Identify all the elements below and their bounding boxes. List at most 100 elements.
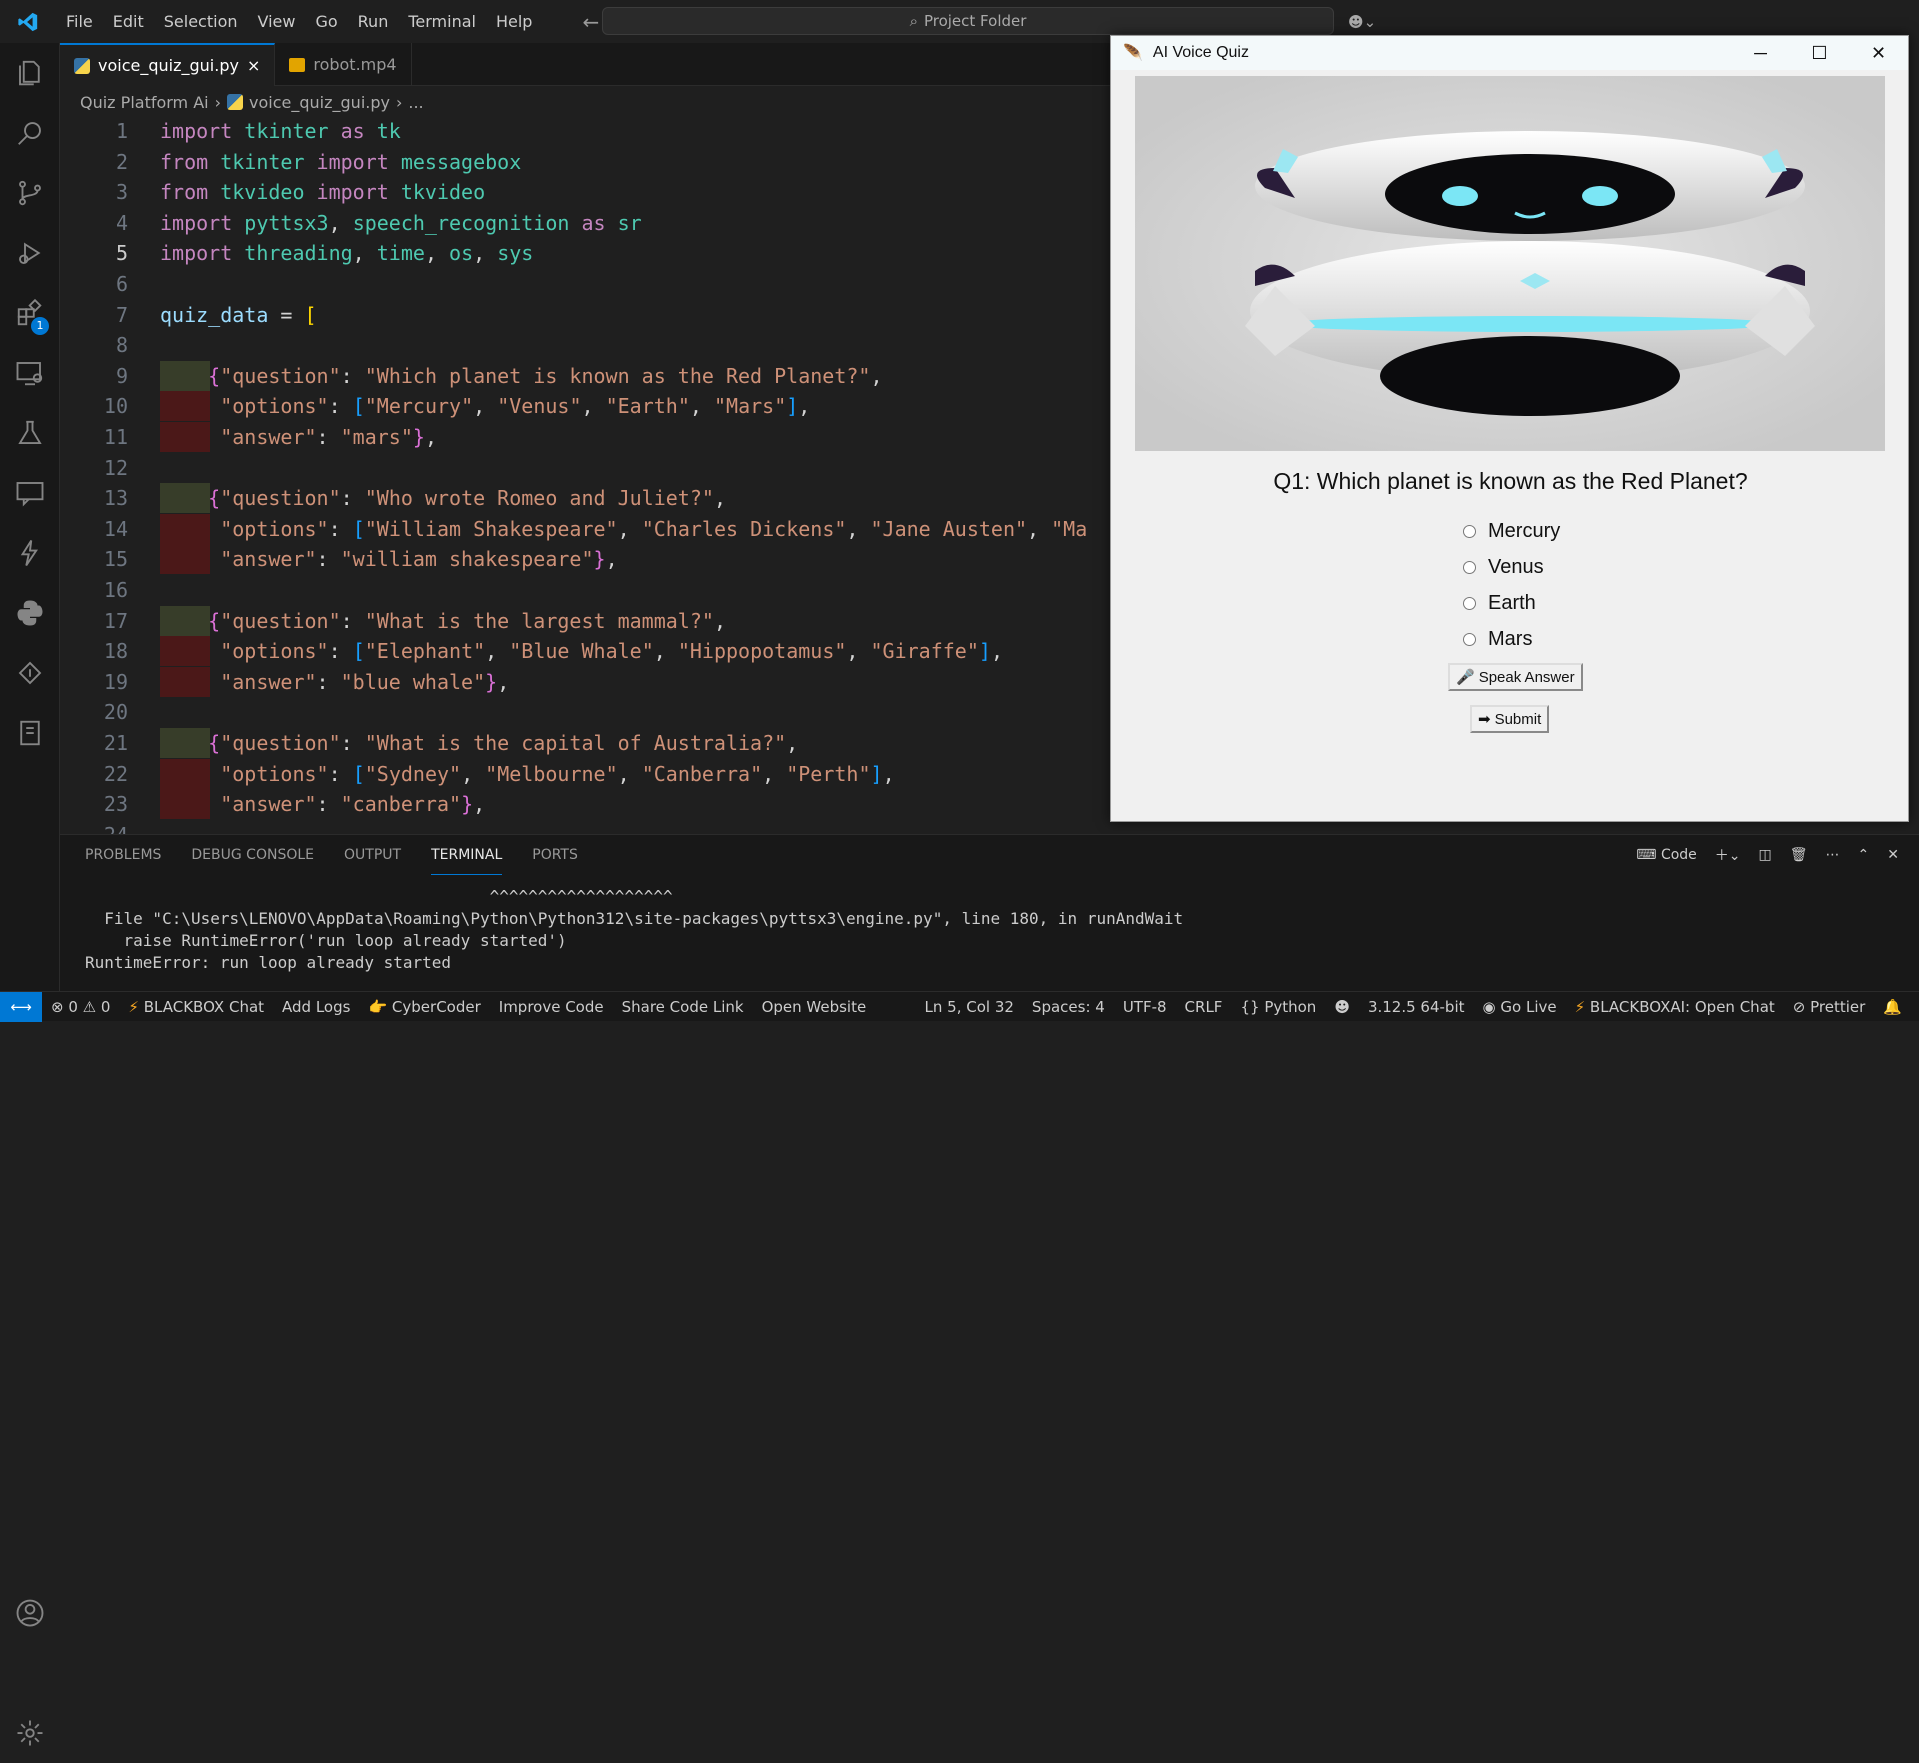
menu-edit[interactable]: Edit [103,0,154,43]
share-code-link-status[interactable]: Share Code Link [613,998,753,1016]
blackbox-icon[interactable] [0,523,60,583]
deploy-icon[interactable] [0,643,60,703]
command-center-search[interactable]: ⌕ Project Folder [602,7,1334,35]
terminal-profile-button[interactable]: ⌨ Code [1636,847,1697,863]
close-icon[interactable]: × [247,56,260,75]
chat-icon[interactable] [0,463,60,523]
breadcrumb-folder[interactable]: Quiz Platform Ai [80,93,209,112]
search-icon[interactable] [0,103,60,163]
tab-ports[interactable]: PORTS [532,835,578,875]
open-website-status[interactable]: Open Website [753,998,876,1016]
explorer-icon[interactable] [0,43,60,103]
code-line[interactable]: 10 "options": ["Mercury", "Venus", "Eart… [60,391,1110,422]
code-text: {"question": "What is the capital of Aus… [208,731,799,755]
tab-output[interactable]: OUTPUT [344,835,401,875]
code-line[interactable]: 21 {"question": "What is the capital of … [60,728,1110,758]
prettier-status[interactable]: ⊘ Prettier [1784,998,1875,1016]
code-line[interactable]: 18 "options": ["Elephant", "Blue Whale",… [60,636,1110,667]
close-icon[interactable]: ✕ [1849,36,1908,70]
code-line[interactable]: 19 "answer": "blue whale"}, [60,666,1110,697]
code-line[interactable]: 6 [60,269,1110,299]
tab-problems[interactable]: PROBLEMS [85,835,161,875]
close-panel-icon[interactable]: ✕ [1887,847,1899,863]
testing-icon[interactable] [0,403,60,463]
notifications-bell-icon[interactable]: 🔔 [1874,998,1911,1016]
submit-button[interactable]: ➡ Submit [1470,705,1550,733]
python-icon[interactable] [0,583,60,643]
code-line[interactable]: 1 import tkinter as tk [60,116,1110,146]
option-radio-mars[interactable]: Mars [1463,628,1532,651]
code-line[interactable]: 11 "answer": "mars"}, [60,422,1110,452]
tab-debug-console[interactable]: DEBUG CONSOLE [191,835,314,875]
maximize-panel-icon[interactable]: ⌃ [1858,847,1870,863]
blackbox-chat-status[interactable]: ⚡ BLACKBOX Chat [119,998,273,1016]
code-editor[interactable]: 1 import tkinter as tk 2 from tkinter impor… [60,116,1110,847]
run-debug-icon[interactable] [0,223,60,283]
line-number: 1 [115,119,128,143]
code-line[interactable]: 7 quiz_data = [ [60,300,1110,330]
option-label: Earth [1488,592,1536,614]
minimize-icon[interactable]: ─ [1731,36,1790,70]
account-icon[interactable] [0,1583,60,1643]
code-line[interactable]: 2 from tkinter import messagebox [60,147,1110,177]
source-control-icon[interactable] [0,163,60,223]
code-line[interactable]: 17 {"question": "What is the largest mam… [60,605,1110,636]
remote-explorer-icon[interactable] [0,343,60,403]
copilot-icon[interactable]: ☻⌄ [1348,13,1376,31]
tab-voice-quiz-gui[interactable]: voice_quiz_gui.py × [60,43,276,86]
go-live-status[interactable]: ◉ Go Live [1474,998,1566,1016]
cybercoder-status[interactable]: 👉 CyberCoder [359,998,489,1016]
maximize-icon[interactable]: ☐ [1790,36,1849,70]
menu-selection[interactable]: Selection [154,0,248,43]
improve-code-status[interactable]: Improve Code [490,998,613,1016]
code-line[interactable]: 3 from tkvideo import tkvideo [60,177,1110,207]
menu-terminal[interactable]: Terminal [398,0,486,43]
back-arrow-icon[interactable]: ← [582,10,599,34]
add-logs-status[interactable]: Add Logs [273,998,359,1016]
code-line[interactable]: 4 import pyttsx3, speech_recognition as s… [60,208,1110,238]
code-text: {"question": "Who wrote Romeo and Juliet… [208,486,726,511]
code-line[interactable]: 12 [60,453,1110,483]
extensions-icon[interactable]: 1 [0,283,60,343]
code-line[interactable]: 23 "answer": "canberra"}, [60,789,1110,820]
breadcrumb-file[interactable]: voice_quiz_gui.py [249,93,390,112]
code-line[interactable]: 13 {"question": "Who wrote Romeo and Jul… [60,483,1110,514]
option-radio-venus[interactable]: Venus [1463,556,1544,579]
notebook-icon[interactable] [0,703,60,763]
copilot-status-icon[interactable]: ☻ [1325,998,1359,1016]
menu-file[interactable]: File [56,0,103,43]
interpreter-status[interactable]: 3.12.5 64-bit [1359,998,1474,1016]
tab-robot-mp4[interactable]: robot.mp4 [275,43,412,86]
menu-view[interactable]: View [248,0,306,43]
eol-status[interactable]: CRLF [1176,998,1232,1016]
language-status[interactable]: {} Python [1231,998,1325,1016]
blackboxai-status[interactable]: ⚡ BLACKBOXAI: Open Chat [1566,998,1784,1016]
code-line[interactable]: 8 [60,330,1110,360]
breadcrumb-more[interactable]: ... [408,93,423,112]
code-text: "answer": "william shakespeare"}, [220,547,618,572]
code-line[interactable]: 16 [60,575,1110,605]
settings-gear-icon[interactable] [0,1703,60,1763]
trash-icon[interactable]: 🗑 [1790,847,1808,863]
split-terminal-icon[interactable]: ◫ [1759,847,1772,863]
option-radio-mercury[interactable]: Mercury [1463,520,1560,543]
code-line[interactable]: 22 "options": ["Sydney", "Melbourne", "C… [60,758,1110,789]
code-line[interactable]: 14 "options": ["William Shakespeare", "C… [60,513,1110,544]
encoding-status[interactable]: UTF-8 [1114,998,1176,1016]
code-line[interactable]: 9 {"question": "Which planet is known as… [60,360,1110,391]
code-line[interactable]: 5 import threading, time, os, sys [60,238,1110,268]
code-line[interactable]: 20 [60,697,1110,727]
option-radio-earth[interactable]: Earth [1463,592,1536,615]
problems-status[interactable]: ⊗ 0 ⚠ 0 [42,998,119,1016]
remote-icon[interactable]: ⟷ [0,991,42,1022]
code-line[interactable]: 15 "answer": "william shakespeare"}, [60,544,1110,575]
menu-run[interactable]: Run [348,0,399,43]
tab-terminal[interactable]: TERMINAL [431,835,503,875]
menu-go[interactable]: Go [305,0,347,43]
speak-answer-button[interactable]: 🎤 Speak Answer [1448,663,1583,691]
indentation-status[interactable]: Spaces: 4 [1023,998,1114,1016]
more-icon[interactable]: ⋯ [1826,847,1840,863]
cursor-position-status[interactable]: Ln 5, Col 32 [916,998,1023,1016]
new-terminal-icon[interactable]: ＋⌄ [1715,845,1741,865]
menu-help[interactable]: Help [486,0,542,43]
